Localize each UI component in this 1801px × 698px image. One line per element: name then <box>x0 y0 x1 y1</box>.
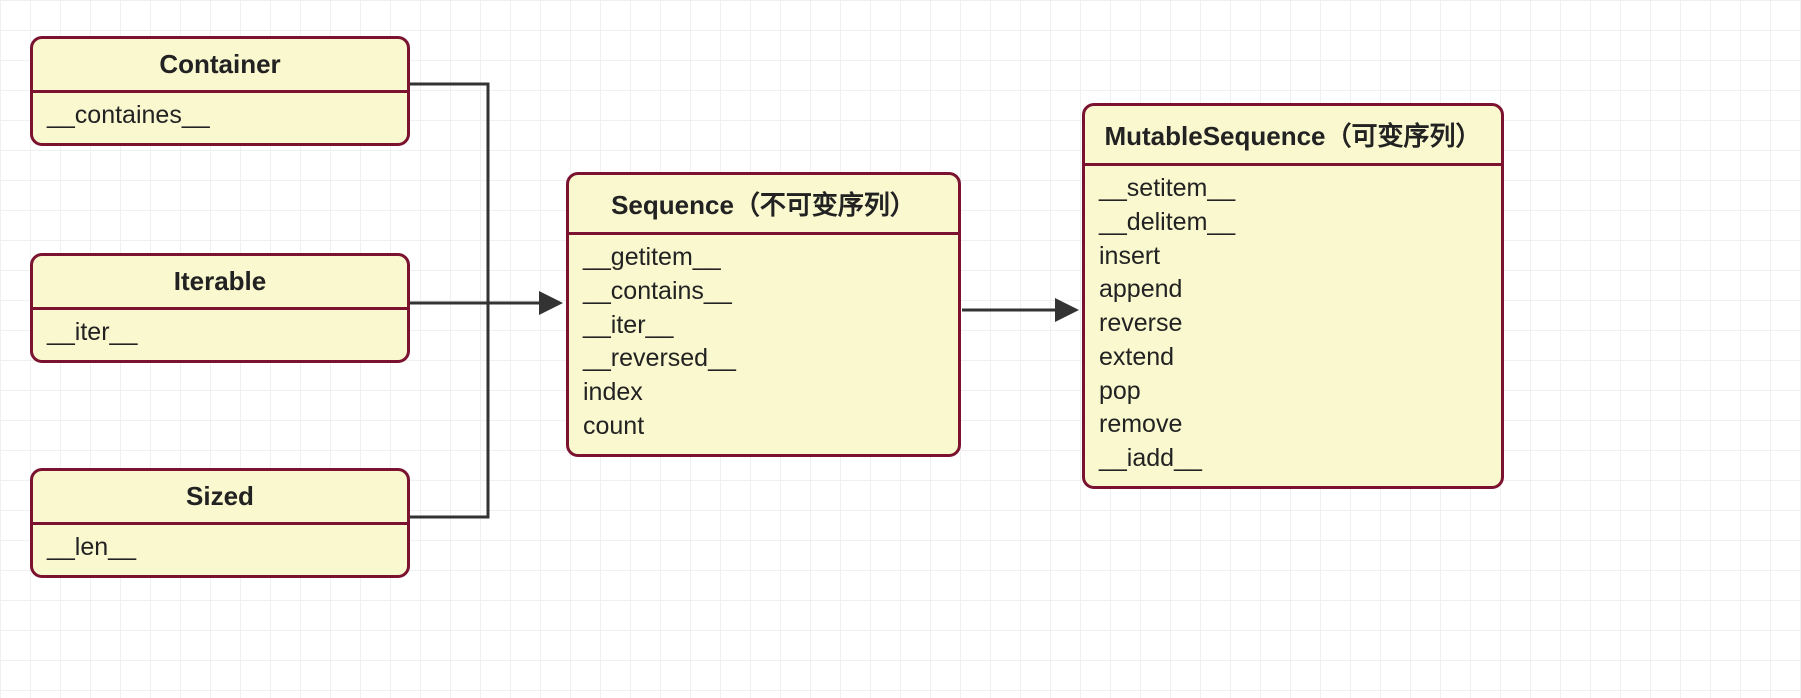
class-body-sized: __len__ <box>33 525 407 575</box>
class-body-iterable: __iter__ <box>33 310 407 360</box>
method-item: __iadd__ <box>1099 442 1487 476</box>
method-item: __delitem__ <box>1099 206 1487 240</box>
method-item: __reversed__ <box>583 342 944 376</box>
method-item: insert <box>1099 240 1487 274</box>
method-item: append <box>1099 273 1487 307</box>
method-item: __iter__ <box>583 309 944 343</box>
method-item: __contains__ <box>583 275 944 309</box>
class-box-iterable: Iterable __iter__ <box>30 253 410 363</box>
method-item: __containes__ <box>47 99 393 133</box>
class-body-container: __containes__ <box>33 93 407 143</box>
method-item: index <box>583 376 944 410</box>
method-item: count <box>583 410 944 444</box>
class-title-mutable: MutableSequence（可变序列） <box>1085 106 1501 166</box>
class-title-sequence: Sequence（不可变序列） <box>569 175 958 235</box>
method-item: __getitem__ <box>583 241 944 275</box>
class-body-mutable: __setitem__ __delitem__ insert append re… <box>1085 166 1501 486</box>
method-item: reverse <box>1099 307 1487 341</box>
method-item: extend <box>1099 341 1487 375</box>
class-box-sized: Sized __len__ <box>30 468 410 578</box>
class-title-iterable: Iterable <box>33 256 407 310</box>
class-title-container: Container <box>33 39 407 93</box>
method-item: pop <box>1099 375 1487 409</box>
method-item: remove <box>1099 408 1487 442</box>
edge-sized-to-sequence <box>410 303 488 517</box>
class-title-sized: Sized <box>33 471 407 525</box>
method-item: __iter__ <box>47 316 393 350</box>
method-item: __len__ <box>47 531 393 565</box>
method-item: __setitem__ <box>1099 172 1487 206</box>
edge-container-to-sequence <box>410 84 488 303</box>
class-box-container: Container __containes__ <box>30 36 410 146</box>
class-body-sequence: __getitem__ __contains__ __iter__ __reve… <box>569 235 958 454</box>
class-box-sequence: Sequence（不可变序列） __getitem__ __contains__… <box>566 172 961 457</box>
class-box-mutable: MutableSequence（可变序列） __setitem__ __deli… <box>1082 103 1504 489</box>
